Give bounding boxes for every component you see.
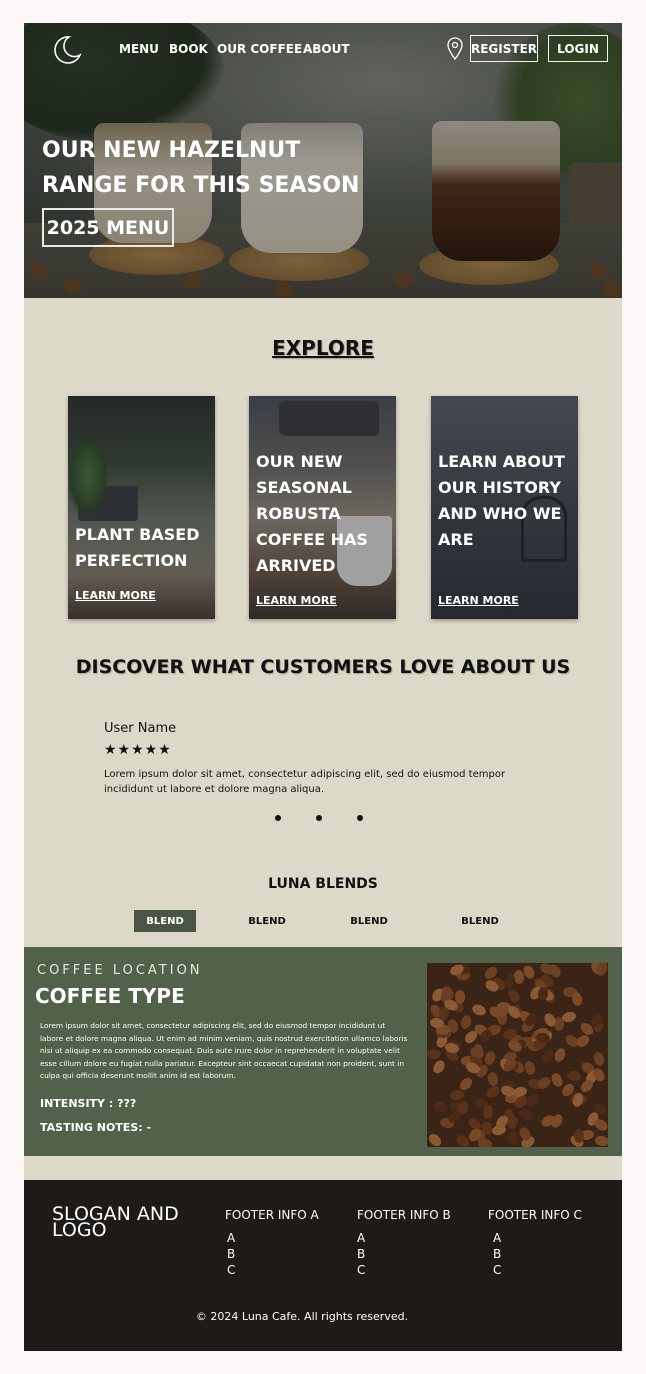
star-rating: ★★★★★	[104, 742, 172, 758]
carousel-dot-3[interactable]	[357, 815, 363, 821]
carousel-dot-1[interactable]	[275, 815, 281, 821]
footer-list-b: A B C	[357, 1230, 365, 1278]
carousel-dot-2[interactable]	[316, 815, 322, 821]
coffee-bean	[430, 1058, 448, 1076]
footer-link[interactable]: C	[227, 1262, 235, 1278]
coffee-bean	[484, 1083, 502, 1100]
page: MENU BOOK OUR COFFEE ABOUT REGISTER LOGI…	[24, 23, 622, 1351]
blend-tab-2[interactable]: BLEND	[237, 910, 297, 932]
copyright-text: © 2024 Luna Cafe. All rights reserved.	[195, 1310, 409, 1323]
nav-menu[interactable]: MENU	[119, 42, 159, 56]
coffee-bean	[552, 1046, 568, 1064]
coffee-bean	[483, 1049, 498, 1067]
coffee-bean	[427, 1131, 444, 1147]
footer-link[interactable]: C	[357, 1262, 365, 1278]
card-title: LEARN ABOUT OUR HISTORY AND WHO WE ARE	[438, 452, 565, 549]
coffee-bean	[570, 991, 584, 1008]
nav-about[interactable]: ABOUT	[303, 42, 350, 56]
blends-heading: LUNA BLENDS	[268, 876, 378, 892]
footer-link[interactable]: A	[227, 1230, 235, 1246]
footer-list-a: A B C	[227, 1230, 235, 1278]
coffee-description: Lorem ipsum dolor sit amet, consectetur …	[40, 1021, 408, 1080]
learn-more-link[interactable]: LEARN MORE	[256, 594, 337, 607]
footer-heading-a: FOOTER INFO A	[225, 1208, 319, 1222]
footer-list-c: A B C	[493, 1230, 501, 1278]
footer-slogan-logo: SLOGAN AND LOGO	[52, 1203, 179, 1241]
footer-heading-c: FOOTER INFO C	[488, 1208, 582, 1222]
coffee-bean	[594, 963, 608, 978]
blend-tab-1[interactable]: BLEND	[134, 910, 196, 932]
coffee-bean	[524, 1091, 542, 1109]
coffee-location: COFFEE LOCATION	[37, 963, 203, 978]
coffee-bean	[433, 1099, 450, 1114]
footer-link[interactable]: B	[357, 1246, 365, 1262]
coffee-intensity: INTENSITY : ???	[40, 1097, 137, 1110]
coffee-bean	[487, 1071, 500, 1087]
footer-link[interactable]: B	[227, 1246, 235, 1262]
coffee-bean	[471, 1002, 488, 1017]
moon-logo-icon[interactable]	[52, 35, 82, 65]
footer-link[interactable]: A	[493, 1230, 501, 1246]
coffee-bean	[477, 1138, 492, 1147]
review-text: Lorem ipsum dolor sit amet, consectetur …	[104, 769, 506, 795]
coffee-bean	[566, 1070, 582, 1083]
explore-card-robusta[interactable]: OUR NEW SEASONAL ROBUSTA COFFEE HAS ARRI…	[249, 396, 396, 619]
explore-card-plant[interactable]: PLANT BASED PERFECTION LEARN MORE	[68, 396, 215, 619]
login-button[interactable]: LOGIN	[548, 35, 608, 62]
coffee-bean	[517, 1106, 535, 1122]
learn-more-link[interactable]: LEARN MORE	[75, 589, 156, 602]
explore-card-history[interactable]: LEARN ABOUT OUR HISTORY AND WHO WE ARE L…	[431, 396, 578, 619]
coffee-bean	[573, 1128, 584, 1143]
footer-link[interactable]: A	[357, 1230, 365, 1246]
blend-tab-4[interactable]: BLEND	[450, 910, 510, 932]
explore-heading: EXPLORE	[272, 336, 374, 360]
card-title: PLANT BASED PERFECTION	[75, 525, 200, 570]
hero-title: OUR NEW HAZELNUT RANGE FOR THIS SEASON	[42, 138, 360, 198]
coffee-bean	[459, 1013, 473, 1030]
footer-link[interactable]: B	[493, 1246, 501, 1262]
nav-our-coffee[interactable]: OUR COFFEE	[217, 42, 302, 56]
coffee-bean	[549, 1072, 565, 1089]
coffee-bean	[427, 1048, 442, 1059]
coffee-bean	[506, 1130, 520, 1147]
hero-banner: MENU BOOK OUR COFFEE ABOUT REGISTER LOGI…	[24, 23, 622, 298]
register-button[interactable]: REGISTER	[470, 35, 538, 62]
learn-more-link[interactable]: LEARN MORE	[438, 594, 519, 607]
footer-heading-b: FOOTER INFO B	[357, 1208, 451, 1222]
coffee-bean	[594, 1134, 608, 1147]
coffee-type: COFFEE TYPE	[35, 984, 185, 1008]
coffee-bean	[591, 1050, 607, 1067]
coffee-tasting-notes: TASTING NOTES: -	[40, 1121, 152, 1134]
blend-tab-3[interactable]: BLEND	[339, 910, 399, 932]
footer: SLOGAN AND LOGO FOOTER INFO A A B C FOOT…	[24, 1180, 622, 1351]
review-user-name: User Name	[104, 721, 177, 736]
location-pin-icon[interactable]	[446, 37, 464, 61]
coffee-detail-panel: COFFEE LOCATION COFFEE TYPE Lorem ipsum …	[24, 947, 622, 1156]
card-title: OUR NEW SEASONAL ROBUSTA COFFEE HAS ARRI…	[256, 452, 368, 575]
footer-link[interactable]: C	[493, 1262, 501, 1278]
nav-book[interactable]: BOOK	[169, 42, 208, 56]
coffee-beans-image	[427, 963, 608, 1147]
testimonials-heading: DISCOVER WHAT CUSTOMERS LOVE ABOUT US	[75, 656, 571, 678]
coffee-bean	[513, 969, 525, 985]
hero-menu-button[interactable]: 2025 MENU	[42, 208, 174, 247]
coffee-bean	[505, 986, 522, 1005]
coffee-bean	[482, 1104, 493, 1119]
coffee-bean	[522, 1059, 537, 1077]
